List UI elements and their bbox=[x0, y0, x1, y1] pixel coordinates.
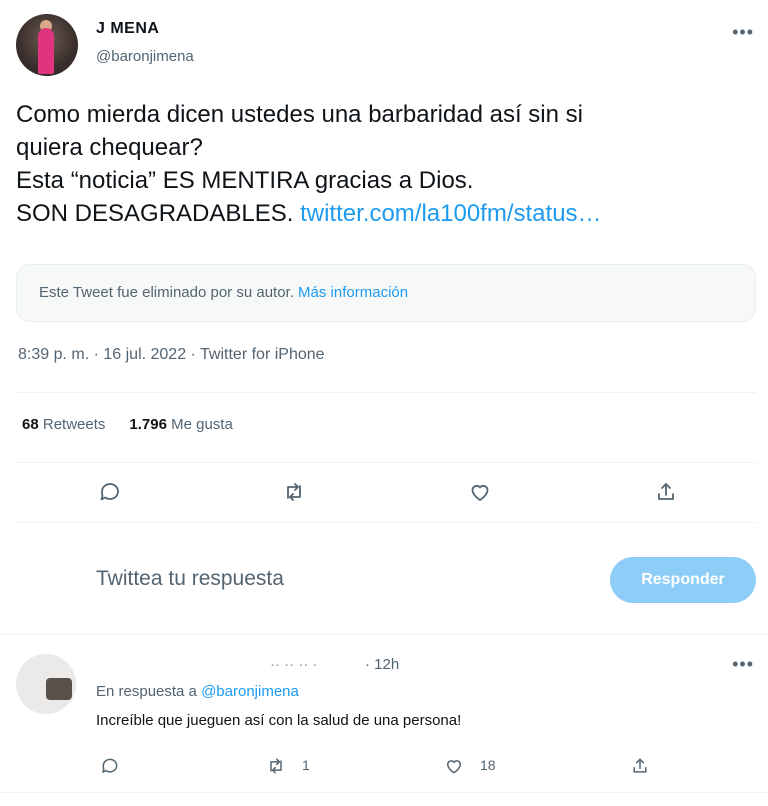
reply-text: Increíble que jueguen así con la salud d… bbox=[96, 712, 462, 729]
reply-timestamp[interactable]: · 12h bbox=[365, 656, 399, 673]
tweet-link[interactable]: twitter.com/la100fm/status… bbox=[300, 200, 601, 227]
tweet-line-2: quiera chequear? bbox=[16, 134, 203, 161]
author-avatar[interactable] bbox=[16, 14, 78, 76]
author-name[interactable]: J MENA bbox=[96, 20, 159, 38]
likes-stat[interactable]: 1.796 Me gusta bbox=[129, 416, 232, 433]
tweet-line-1: Como mierda dicen ustedes una barbaridad… bbox=[16, 101, 583, 128]
divider bbox=[16, 392, 756, 393]
reply-retweet-icon[interactable] bbox=[262, 752, 290, 780]
reply-input[interactable]: Twittea tu respuesta bbox=[96, 567, 284, 591]
reply-reply-icon[interactable] bbox=[96, 752, 124, 780]
tweet-stats: 68 Retweets 1.796 Me gusta bbox=[22, 416, 233, 433]
in-reply-label: En respuesta a bbox=[96, 683, 202, 700]
tweet-text: Como mierda dicen ustedes una barbaridad… bbox=[16, 98, 756, 230]
tweet-line-4-text: SON DESAGRADABLES. bbox=[16, 200, 301, 227]
retweets-count: 68 bbox=[22, 416, 39, 433]
reply-icon[interactable] bbox=[96, 478, 124, 506]
divider bbox=[0, 634, 768, 635]
reply-share-icon[interactable] bbox=[626, 752, 654, 780]
reply-like-count: 18 bbox=[480, 757, 496, 773]
like-icon[interactable] bbox=[466, 478, 494, 506]
reply-author-name-blurred[interactable]: ·· ·· ·· · bbox=[270, 656, 317, 673]
reply-retweet-count: 1 bbox=[302, 757, 310, 773]
reply-avatar[interactable] bbox=[16, 654, 76, 714]
tweet-header: J MENA @baronjimena ••• bbox=[16, 14, 756, 78]
divider bbox=[16, 462, 756, 463]
author-handle[interactable]: @baronjimena bbox=[96, 48, 194, 65]
more-info-link[interactable]: Más información bbox=[298, 284, 408, 301]
retweets-stat[interactable]: 68 Retweets bbox=[22, 416, 105, 433]
in-reply-handle[interactable]: @baronjimena bbox=[201, 683, 299, 700]
divider bbox=[0, 792, 768, 793]
tweet-timestamp[interactable]: 8:39 p. m. · 16 jul. 2022 · Twitter for … bbox=[18, 346, 325, 364]
avatar-figure-shape bbox=[38, 28, 54, 74]
more-icon[interactable]: ••• bbox=[732, 22, 754, 43]
likes-label: Me gusta bbox=[166, 416, 233, 433]
deleted-quote-notice: Este Tweet fue eliminado por su autor. M… bbox=[16, 264, 756, 322]
avatar-blurred-shape bbox=[46, 678, 72, 700]
tweet-line-4: SON DESAGRADABLES. twitter.com/la100fm/s… bbox=[16, 197, 756, 230]
retweet-icon[interactable] bbox=[280, 478, 308, 506]
retweets-label: Retweets bbox=[38, 416, 106, 433]
likes-count: 1.796 bbox=[129, 416, 167, 433]
tweet-line-3: Esta “noticia” ES MENTIRA gracias a Dios… bbox=[16, 167, 474, 194]
reply-like-icon[interactable] bbox=[440, 752, 468, 780]
reply-more-icon[interactable]: ••• bbox=[732, 654, 754, 675]
divider bbox=[16, 522, 756, 523]
deleted-notice-text: Este Tweet fue eliminado por su autor. bbox=[39, 284, 299, 301]
in-reply-to: En respuesta a @baronjimena bbox=[96, 683, 299, 700]
reply-button[interactable]: Responder bbox=[610, 557, 756, 603]
share-icon[interactable] bbox=[652, 478, 680, 506]
